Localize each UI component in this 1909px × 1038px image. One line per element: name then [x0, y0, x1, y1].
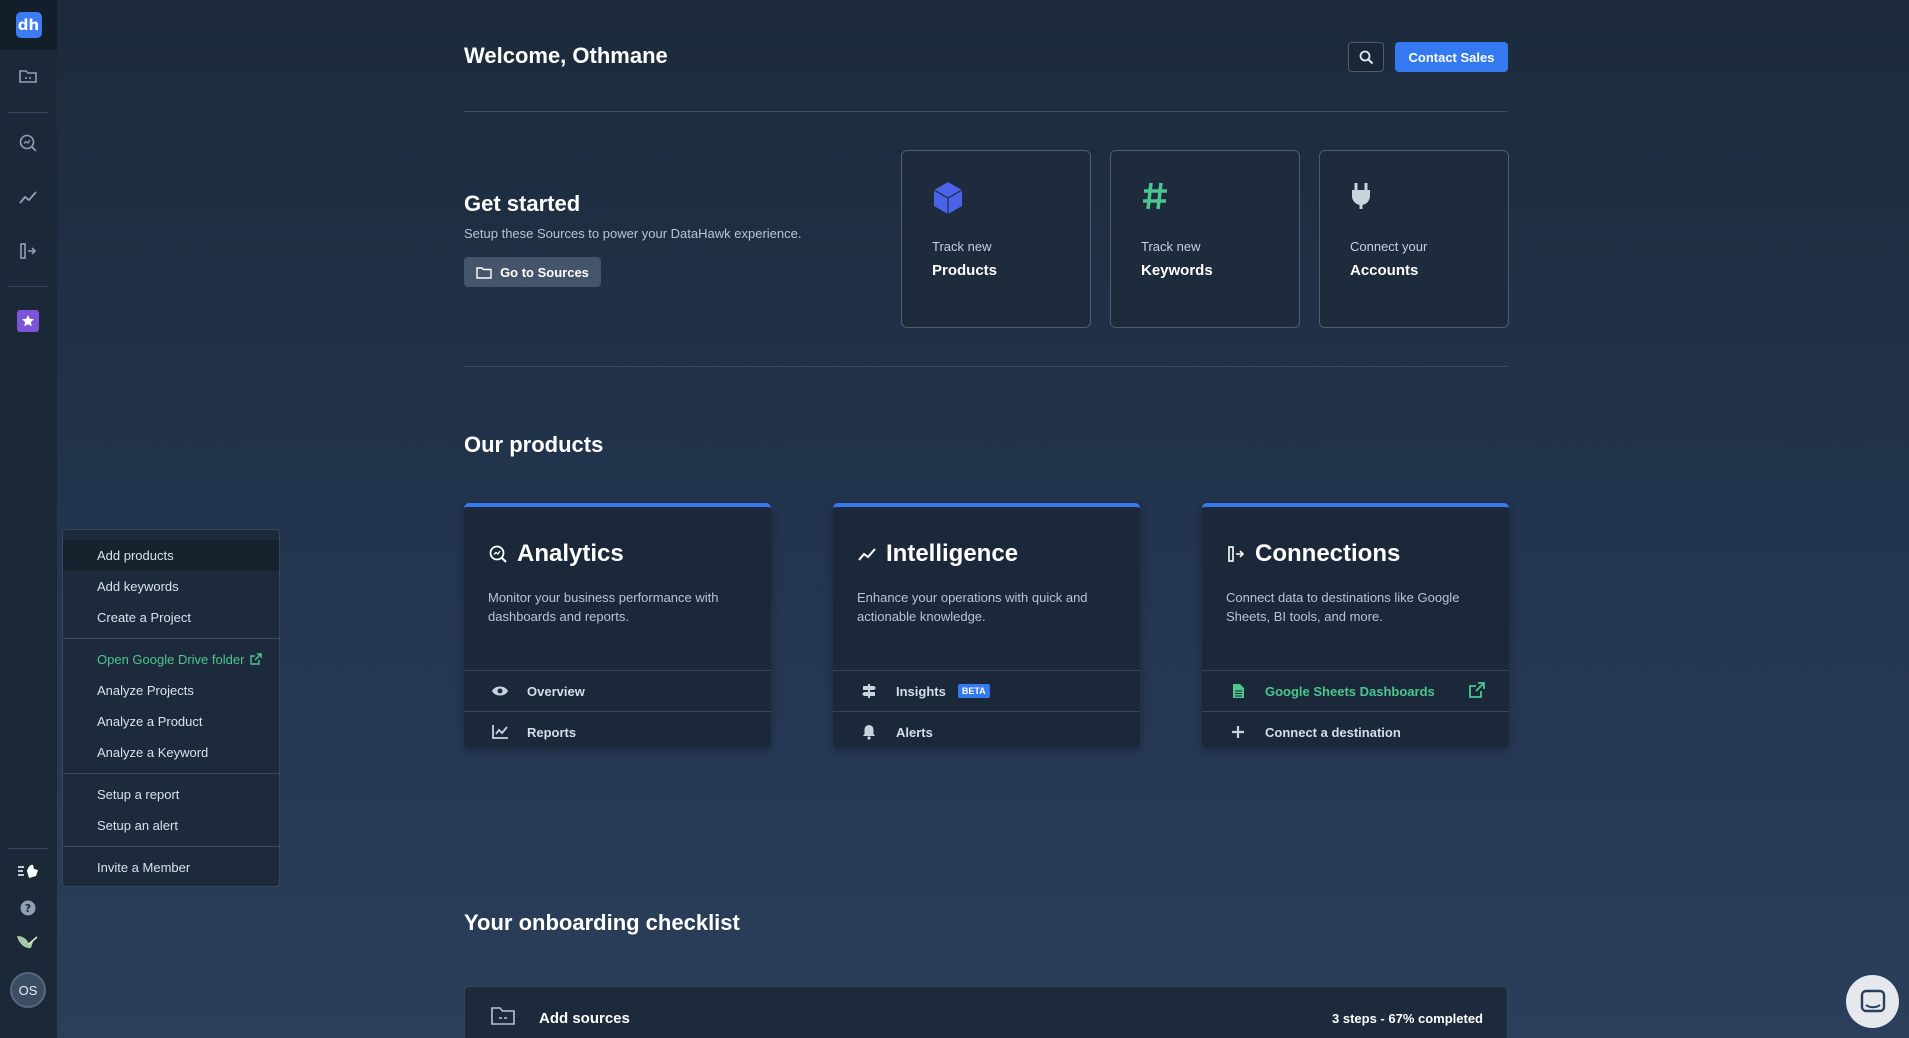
menu-item-analyze-keyword[interactable]: Analyze a Keyword: [63, 737, 279, 768]
chart-line-icon: [492, 725, 508, 739]
product-description: Monitor your business performance with d…: [488, 590, 719, 624]
intelligence-card: Intelligence Enhance your operations wit…: [833, 503, 1140, 748]
connections-icon: [1228, 546, 1245, 562]
plug-icon: [1350, 181, 1372, 216]
track-products-card[interactable]: Track new Products: [901, 150, 1091, 328]
checklist-item[interactable]: Add sources 3 steps - 67% completed: [464, 986, 1508, 1038]
insights-link[interactable]: Insights BETA: [833, 670, 1140, 711]
datahawk-logo-icon: dh: [15, 12, 42, 38]
checklist-item-title: Add sources: [539, 1010, 630, 1027]
menu-item-label: Open Google Drive folder: [97, 652, 245, 667]
divider: [464, 366, 1508, 367]
row-label: Reports: [527, 724, 577, 740]
divider: [464, 111, 1508, 112]
row-label: Alerts: [896, 724, 933, 740]
folder-icon: [491, 1007, 515, 1025]
svg-text:?: ?: [25, 902, 31, 915]
product-name: Intelligence: [886, 540, 1019, 567]
menu-item-analyze-projects[interactable]: Analyze Projects: [63, 675, 279, 706]
analytics-icon[interactable]: [13, 128, 43, 158]
menu-divider: [63, 846, 279, 847]
eye-icon: [492, 686, 508, 696]
external-link-icon: [250, 653, 263, 665]
connections-icon[interactable]: [13, 236, 43, 266]
track-keywords-card[interactable]: Track new Keywords: [1110, 150, 1300, 328]
menu-item-create-project[interactable]: Create a Project: [63, 602, 279, 633]
menu-divider: [63, 638, 279, 639]
intelligence-icon[interactable]: [13, 182, 43, 212]
menu-item-invite-member[interactable]: Invite a Member: [63, 852, 279, 883]
menu-item-setup-report[interactable]: Setup a report: [63, 779, 279, 810]
menu-item-add-keywords[interactable]: Add keywords: [63, 571, 279, 602]
products-title: Our products: [464, 432, 604, 457]
menu-item-setup-alert[interactable]: Setup an alert: [63, 810, 279, 841]
whats-new-icon[interactable]: [13, 857, 43, 887]
row-label: Connect a destination: [1265, 724, 1401, 740]
checklist-progress: 3 steps - 67% completed: [1332, 1011, 1483, 1026]
menu-item-add-products[interactable]: Add products: [63, 540, 279, 571]
card-title: Keywords: [1141, 262, 1213, 279]
connect-accounts-card[interactable]: Connect your Accounts: [1319, 150, 1509, 328]
checklist-title: Your onboarding checklist: [464, 910, 740, 935]
signpost-icon: [862, 684, 876, 698]
menu-item-open-google-drive[interactable]: Open Google Drive folder: [63, 644, 279, 675]
avatar[interactable]: OS: [10, 972, 46, 1008]
contact-sales-button[interactable]: Contact Sales: [1395, 42, 1508, 72]
chat-launcher-button[interactable]: [1846, 975, 1899, 1028]
go-to-sources-label: Go to Sources: [500, 264, 589, 280]
connect-destination-link[interactable]: Connect a destination: [1202, 711, 1509, 752]
cube-icon: [932, 181, 964, 220]
card-small-text: Track new: [932, 239, 992, 254]
reports-link[interactable]: Reports: [464, 711, 771, 752]
card-small-text: Track new: [1141, 239, 1201, 254]
card-title: Accounts: [1350, 262, 1419, 279]
help-icon[interactable]: ?: [13, 893, 43, 923]
page-title: Welcome, Othmane: [464, 43, 668, 68]
sidebar: dh ? OS: [0, 0, 57, 1038]
intelligence-icon: [858, 548, 876, 561]
search-icon: [1359, 50, 1373, 64]
connections-card: Connections Connect data to destinations…: [1202, 503, 1509, 748]
star-icon[interactable]: [13, 306, 43, 336]
bird-icon[interactable]: [13, 927, 43, 957]
row-label: Insights: [896, 683, 946, 699]
menu-divider: [63, 773, 279, 774]
plus-icon: [1232, 726, 1244, 738]
logo[interactable]: dh: [0, 0, 57, 50]
google-sheets-dashboards-link[interactable]: Google Sheets Dashboards: [1202, 670, 1509, 711]
folder-icon[interactable]: [13, 61, 43, 91]
analytics-card: Analytics Monitor your business performa…: [464, 503, 771, 748]
row-label: Overview: [527, 683, 585, 699]
bell-icon: [863, 725, 875, 740]
folder-icon: [476, 266, 492, 279]
card-title: Products: [932, 262, 998, 279]
get-started-subtitle: Setup these Sources to power your DataHa…: [464, 226, 802, 241]
get-started-title: Get started: [464, 191, 581, 216]
alerts-link[interactable]: Alerts: [833, 711, 1140, 752]
product-description: Enhance your operations with quick and a…: [857, 590, 1088, 624]
product-description: Connect data to destinations like Google…: [1226, 590, 1460, 624]
sheet-file-icon: [1232, 684, 1244, 698]
quick-actions-menu: Add products Add keywords Create a Proje…: [62, 529, 280, 887]
hash-icon: [1141, 181, 1169, 216]
card-small-text: Connect your: [1350, 239, 1428, 254]
row-label: Google Sheets Dashboards: [1265, 683, 1435, 699]
go-to-sources-button[interactable]: Go to Sources: [464, 257, 601, 287]
search-button[interactable]: [1348, 42, 1384, 72]
beta-badge: BETA: [957, 684, 990, 698]
chat-icon: [1860, 989, 1885, 1012]
menu-item-analyze-product[interactable]: Analyze a Product: [63, 706, 279, 737]
analytics-icon: [489, 545, 507, 563]
product-name: Connections: [1255, 540, 1401, 567]
external-link-icon: [1469, 682, 1485, 698]
overview-link[interactable]: Overview: [464, 670, 771, 711]
product-name: Analytics: [517, 540, 624, 567]
